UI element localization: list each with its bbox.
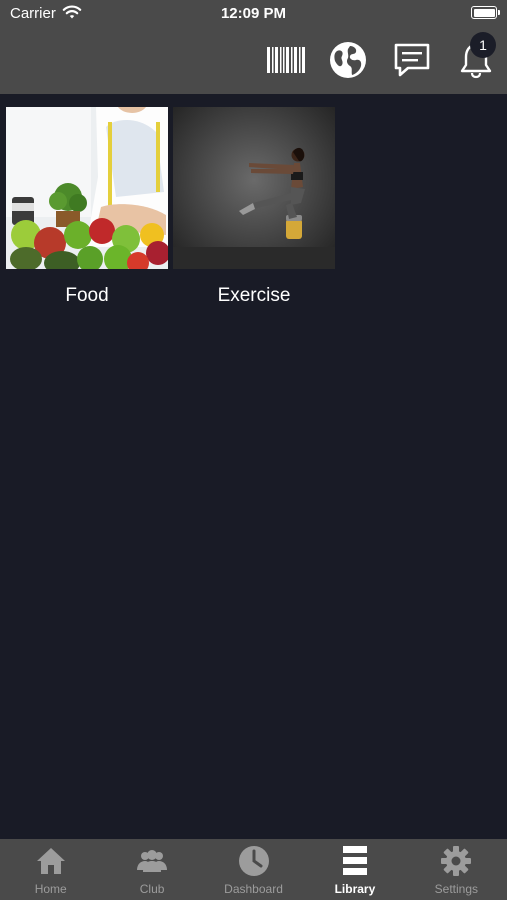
- tab-home-label: Home: [34, 882, 67, 896]
- tab-dashboard-label: Dashboard: [224, 882, 283, 896]
- tab-library-label: Library: [334, 882, 376, 896]
- tab-library[interactable]: Library: [304, 839, 405, 900]
- globe-icon: [330, 42, 366, 78]
- chat-icon: [394, 43, 430, 77]
- exercise-image: [173, 107, 335, 269]
- tab-settings[interactable]: Settings: [406, 839, 507, 900]
- library-item-food[interactable]: Food: [6, 107, 168, 307]
- library-item-exercise[interactable]: Exercise: [173, 107, 335, 307]
- notification-count-badge: 1: [470, 32, 496, 58]
- battery-icon: [471, 6, 500, 19]
- messages-button[interactable]: [390, 38, 434, 82]
- food-image: [6, 107, 168, 269]
- tab-dashboard[interactable]: Dashboard: [203, 839, 304, 900]
- status-bar: Carrier 12:09 PM: [0, 0, 507, 28]
- library-icon: [339, 845, 371, 877]
- top-navigation-bar: 1: [0, 28, 507, 94]
- clock-icon: [238, 845, 270, 877]
- tab-club[interactable]: Club: [101, 839, 202, 900]
- barcode-button[interactable]: [264, 38, 308, 82]
- bottom-tab-bar: Home Club Dashboard Library Settings: [0, 839, 507, 900]
- tab-home[interactable]: Home: [0, 839, 101, 900]
- notifications-button[interactable]: 1: [454, 32, 498, 82]
- globe-button[interactable]: [326, 38, 370, 82]
- food-label: Food: [65, 285, 109, 306]
- barcode-icon: [267, 47, 305, 73]
- tab-settings-label: Settings: [434, 882, 478, 896]
- home-icon: [35, 845, 67, 877]
- tab-club-label: Club: [139, 882, 165, 896]
- clock-time: 12:09 PM: [220, 5, 287, 22]
- gear-icon: [440, 845, 472, 877]
- exercise-label: Exercise: [217, 285, 291, 306]
- group-icon: [136, 845, 168, 877]
